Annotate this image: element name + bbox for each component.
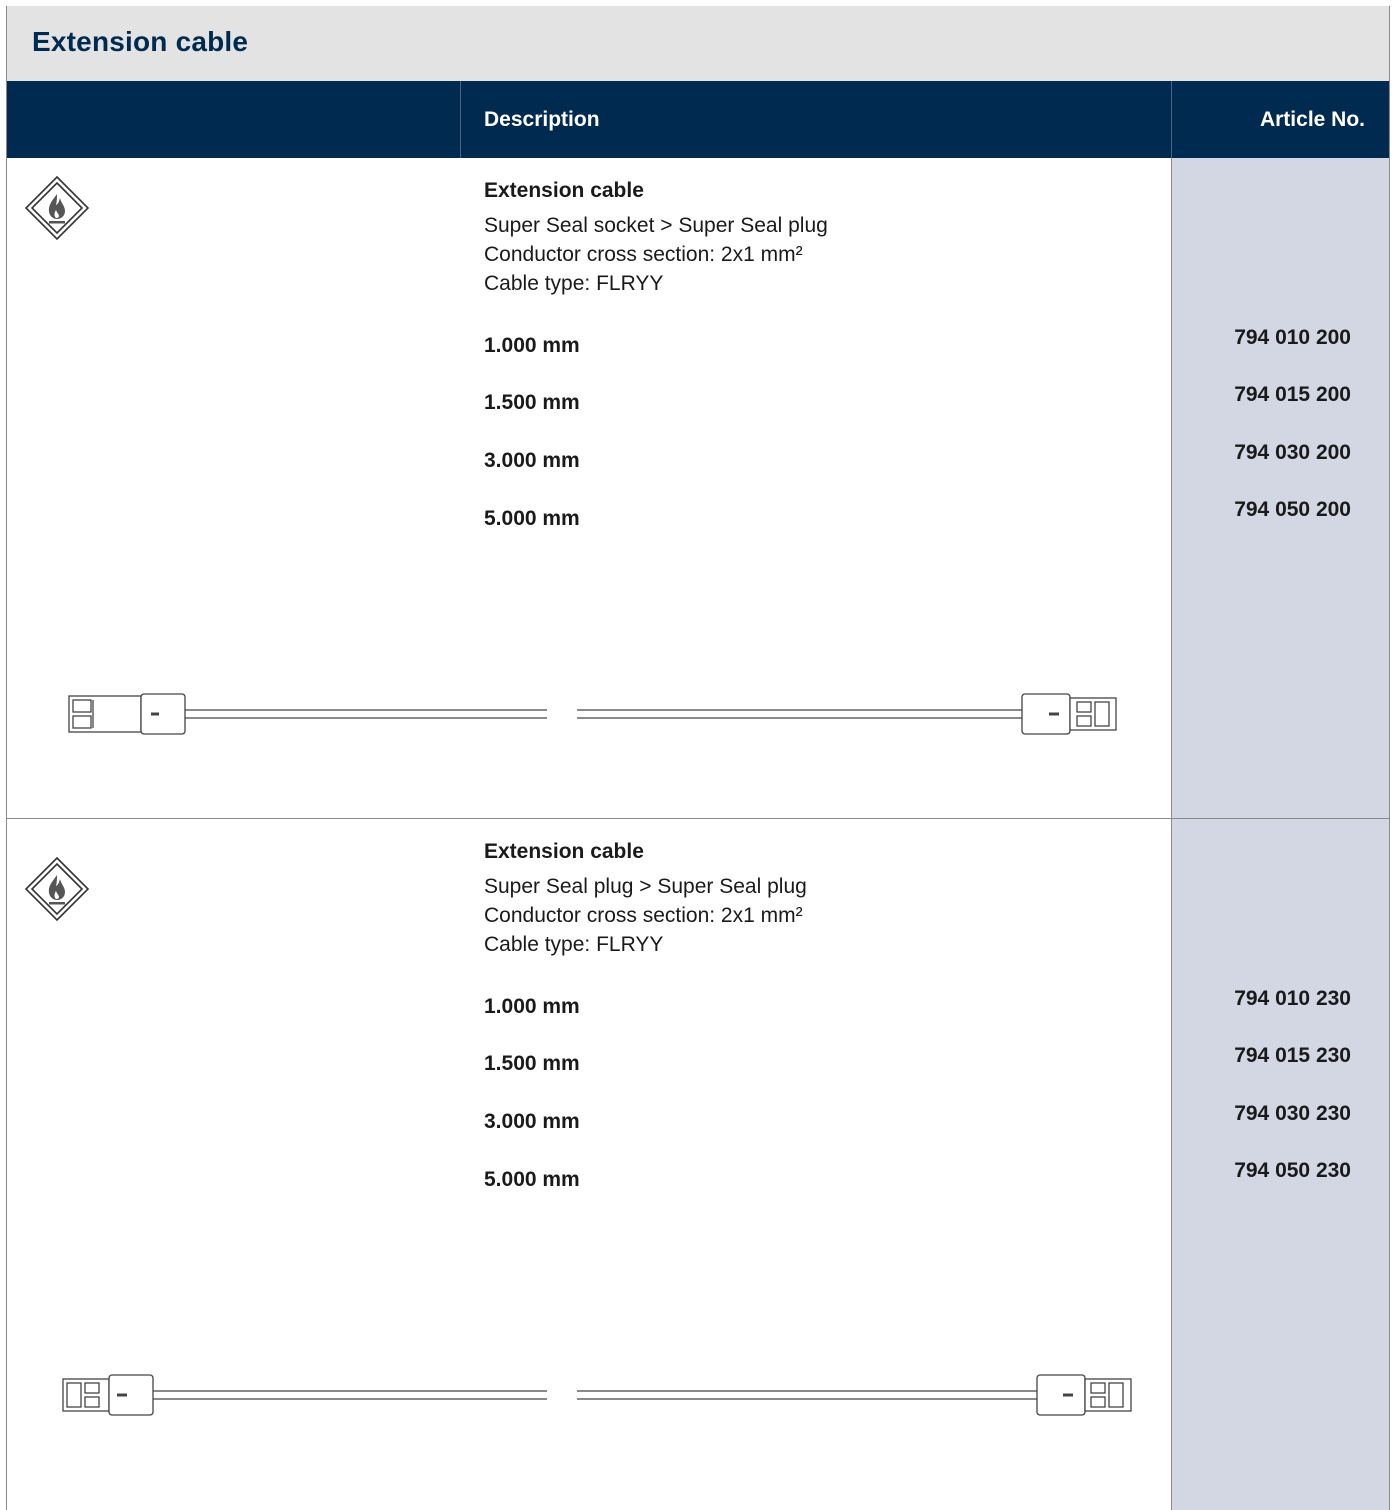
description-block: Extension cable Super Seal plug > Super …	[484, 837, 807, 959]
article-number: 794 015 230	[1234, 1044, 1351, 1067]
flammable-warning-icon	[24, 175, 90, 241]
product-table: Extension cable Description Article No. …	[6, 6, 1390, 1510]
title-bar: Extension cable	[7, 6, 1389, 81]
product-title: Extension cable	[484, 840, 644, 863]
product-section-2: Extension cable Super Seal plug > Super …	[7, 819, 1389, 1510]
length-label: 1.000 mm	[484, 334, 580, 357]
cable-plug-to-plug-drawing	[62, 1374, 1132, 1416]
article-number: 794 030 230	[1234, 1102, 1351, 1125]
length-label: 3.000 mm	[484, 449, 580, 472]
flammable-warning-icon	[24, 856, 90, 922]
length-label: 1.500 mm	[484, 391, 580, 414]
section-content: Extension cable Super Seal socket > Supe…	[7, 158, 1171, 818]
description-block: Extension cable Super Seal socket > Supe…	[484, 176, 828, 298]
article-number: 794 015 200	[1234, 383, 1351, 406]
article-number: 794 050 230	[1234, 1159, 1351, 1182]
page-title: Extension cable	[32, 26, 249, 57]
length-label: 1.500 mm	[484, 1052, 580, 1075]
length-label: 3.000 mm	[484, 1110, 580, 1133]
description-line: Conductor cross section: 2x1 mm²	[484, 904, 803, 927]
product-section-1: Extension cable Super Seal socket > Supe…	[7, 158, 1389, 818]
description-line: Conductor cross section: 2x1 mm²	[484, 243, 803, 266]
article-column: 794 010 230 794 015 230 794 030 230 794 …	[1171, 819, 1389, 1510]
description-line: Super Seal socket > Super Seal plug	[484, 214, 828, 237]
article-number: 794 050 200	[1234, 498, 1351, 521]
article-number: 794 010 230	[1234, 987, 1351, 1010]
length-label: 5.000 mm	[484, 507, 580, 530]
article-number: 794 030 200	[1234, 441, 1351, 464]
header-divider	[1171, 81, 1172, 158]
length-label: 1.000 mm	[484, 995, 580, 1018]
product-title: Extension cable	[484, 179, 644, 202]
header-description: Description	[484, 108, 600, 131]
description-line: Super Seal plug > Super Seal plug	[484, 875, 807, 898]
table-header: Description Article No.	[7, 81, 1389, 158]
cable-socket-to-plug-drawing	[68, 693, 1117, 735]
header-image-column	[7, 81, 461, 158]
article-column: 794 010 200 794 015 200 794 030 200 794 …	[1171, 158, 1389, 818]
article-number: 794 010 200	[1234, 326, 1351, 349]
description-line: Cable type: FLRYY	[484, 272, 664, 295]
length-label: 5.000 mm	[484, 1168, 580, 1191]
header-article-no: Article No.	[1259, 108, 1365, 131]
description-line: Cable type: FLRYY	[484, 933, 664, 956]
section-content: Extension cable Super Seal plug > Super …	[7, 819, 1171, 1510]
